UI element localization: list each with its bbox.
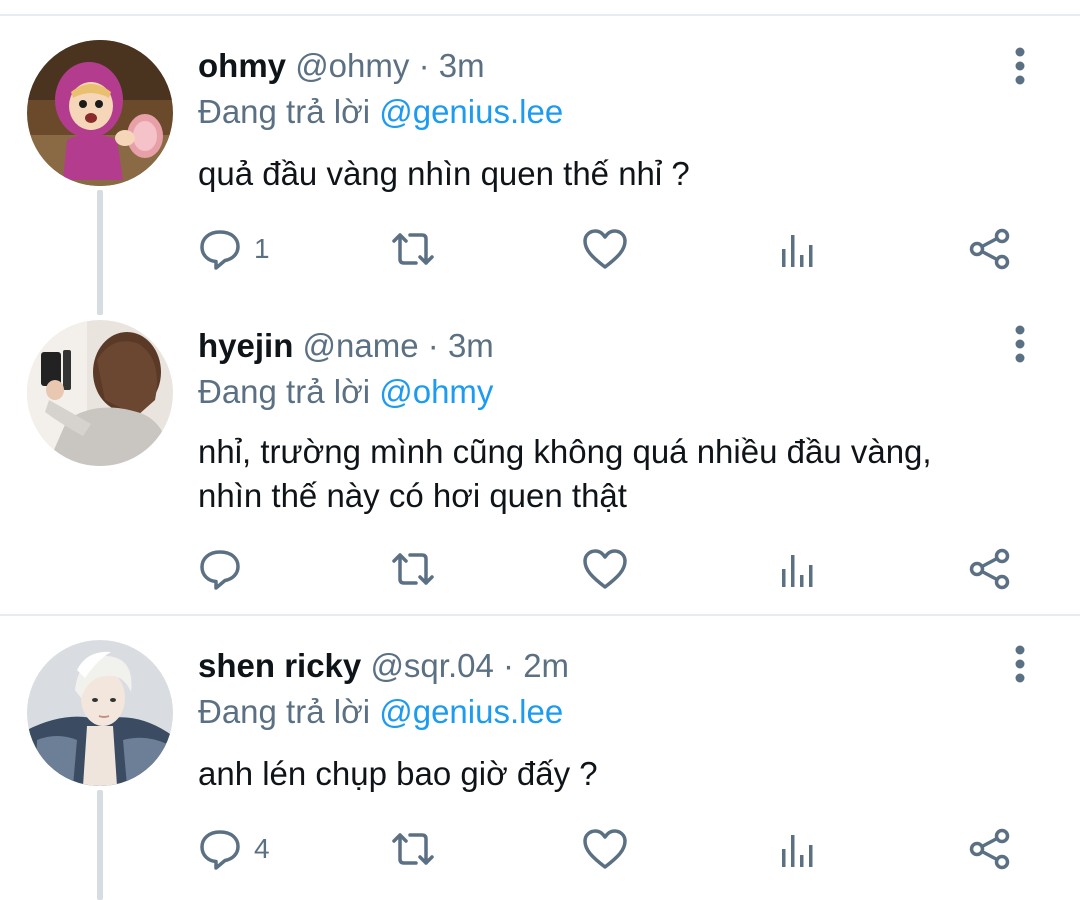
thread-line	[97, 190, 103, 315]
retweet-button[interactable]	[388, 824, 438, 874]
tweet-text: nhỉ, trường mình cũng không quá nhiều đầ…	[198, 433, 932, 514]
analytics-icon	[782, 555, 813, 587]
replying-to: Đang trả lời @ohmy	[198, 372, 493, 412]
more-options-button[interactable]	[1002, 642, 1038, 688]
tweet-header: ohmy @ohmy · 3m	[198, 46, 485, 86]
retweet-icon	[392, 833, 434, 865]
display-name[interactable]: shen ricky	[198, 647, 361, 684]
like-button[interactable]	[582, 824, 628, 874]
replying-to: Đang trả lời @genius.lee	[198, 692, 563, 732]
separator-dot: ·	[427, 327, 439, 364]
action-bar: 1	[198, 224, 1038, 274]
like-icon	[583, 549, 627, 589]
more-vertical-icon	[1015, 47, 1025, 85]
separator-dot: ·	[418, 47, 430, 84]
reply-icon	[200, 830, 240, 870]
reply-button[interactable]: 1	[198, 224, 270, 274]
like-icon	[583, 829, 627, 869]
tweet-text: quả đầu vàng nhìn quen thế nhỉ ?	[198, 155, 690, 192]
avatar[interactable]	[27, 40, 173, 186]
action-bar: 4	[198, 824, 1038, 874]
display-name[interactable]: hyejin	[198, 327, 293, 364]
timestamp[interactable]: 3m	[439, 47, 485, 84]
more-options-button[interactable]	[1002, 44, 1038, 90]
user-handle[interactable]: @name	[303, 327, 419, 364]
mention-link[interactable]: @ohmy	[379, 373, 493, 410]
mention-link[interactable]: @genius.lee	[379, 693, 563, 730]
share-icon	[969, 548, 1010, 590]
retweet-button[interactable]	[388, 544, 438, 594]
display-name[interactable]: ohmy	[198, 47, 286, 84]
retweet-button[interactable]	[388, 224, 438, 274]
share-icon	[969, 228, 1010, 270]
tweet-header: shen ricky @sqr.04 · 2m	[198, 646, 569, 686]
reply-count: 4	[254, 833, 270, 864]
action-bar	[198, 544, 1038, 594]
reply-button[interactable]	[198, 544, 254, 594]
like-icon	[583, 229, 627, 269]
reply-button[interactable]: 4	[198, 824, 270, 874]
retweet-icon	[392, 233, 434, 265]
reply-icon	[200, 230, 240, 270]
tweet[interactable]: hyejin @name · 3m Đang trả lời @ohmy nhỉ…	[0, 300, 1080, 614]
replying-to-label: Đang trả lời	[198, 373, 371, 410]
mention-link[interactable]: @genius.lee	[379, 93, 563, 130]
replying-to-label: Đang trả lời	[198, 693, 371, 730]
tweet[interactable]: shen ricky @sqr.04 · 2m Đang trả lời @ge…	[0, 616, 1080, 900]
share-button[interactable]	[968, 824, 1012, 874]
more-vertical-icon	[1015, 325, 1025, 363]
timestamp[interactable]: 2m	[523, 647, 569, 684]
user-handle[interactable]: @sqr.04	[370, 647, 493, 684]
analytics-button[interactable]	[778, 824, 818, 874]
avatar[interactable]	[27, 320, 173, 466]
like-button[interactable]	[582, 544, 628, 594]
more-vertical-icon	[1015, 645, 1025, 683]
analytics-icon	[782, 235, 813, 267]
tweet-text: anh lén chụp bao giờ đấy ?	[198, 755, 598, 792]
thread-line	[97, 790, 103, 900]
analytics-button[interactable]	[778, 544, 818, 594]
tweet[interactable]: ohmy @ohmy · 3m Đang trả lời @genius.lee…	[0, 0, 1080, 315]
analytics-icon	[782, 835, 813, 867]
separator-dot: ·	[503, 647, 515, 684]
more-options-button[interactable]	[1002, 322, 1038, 368]
reply-icon	[200, 550, 240, 590]
replying-to-label: Đang trả lời	[198, 93, 371, 130]
like-button[interactable]	[582, 224, 628, 274]
share-icon	[969, 828, 1010, 870]
replying-to: Đang trả lời @genius.lee	[198, 92, 563, 132]
share-button[interactable]	[968, 544, 1012, 594]
share-button[interactable]	[968, 224, 1012, 274]
retweet-icon	[392, 553, 434, 585]
analytics-button[interactable]	[778, 224, 818, 274]
user-handle[interactable]: @ohmy	[295, 47, 409, 84]
reply-count: 1	[254, 233, 270, 264]
timestamp[interactable]: 3m	[448, 327, 494, 364]
tweet-header: hyejin @name · 3m	[198, 326, 494, 366]
avatar[interactable]	[27, 640, 173, 786]
